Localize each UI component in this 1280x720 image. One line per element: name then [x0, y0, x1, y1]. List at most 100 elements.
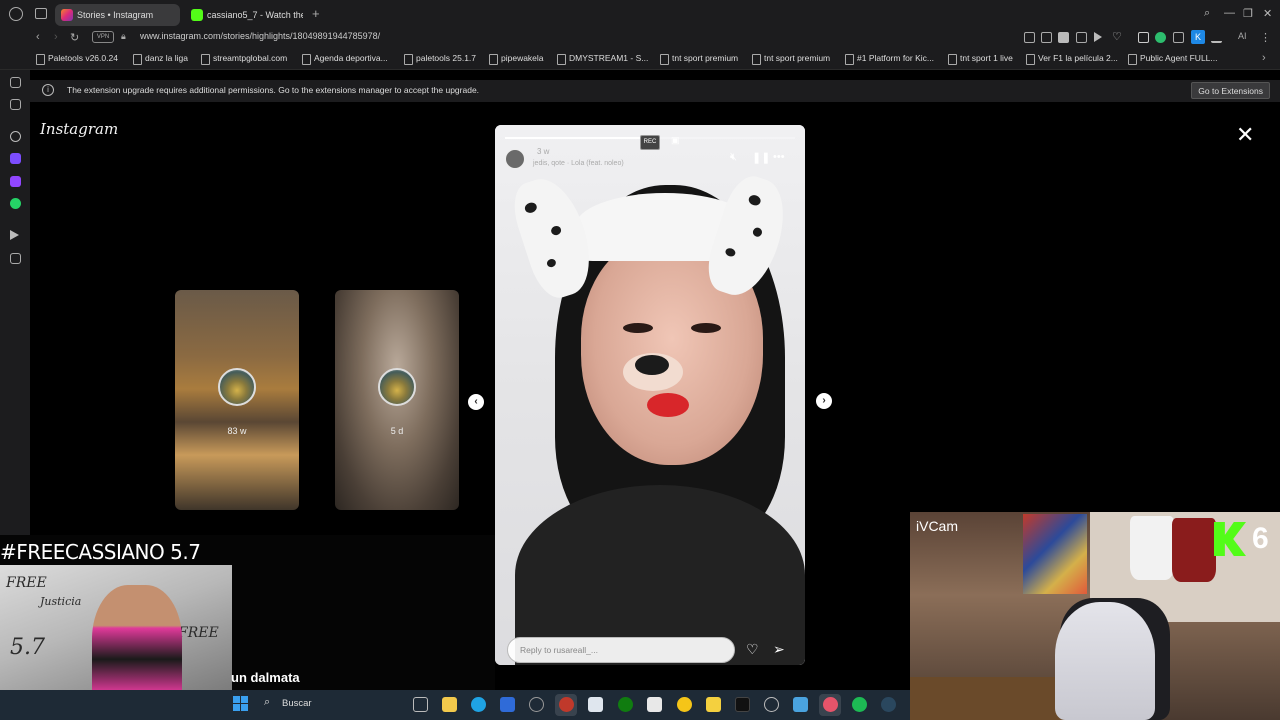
heart-icon[interactable]: ♡: [1112, 30, 1123, 43]
minimize-icon[interactable]: —: [1224, 7, 1235, 19]
rail-twitch-icon[interactable]: [10, 176, 21, 187]
wall-graffiti: 5.7: [10, 635, 45, 660]
story-photo-lips: [647, 393, 689, 417]
bookmark-item[interactable]: Public Agent FULL...: [1128, 53, 1218, 65]
streamer-person: [1055, 602, 1155, 720]
overlay-window-icon[interactable]: ▣: [671, 135, 680, 146]
story-song[interactable]: jedis, qote · Lola (feat. noleo): [533, 160, 624, 167]
close-stories-button[interactable]: ✕: [1236, 124, 1254, 146]
extension-icon[interactable]: [1138, 32, 1149, 43]
record-overlay-badge[interactable]: REC: [640, 135, 660, 150]
xbox-icon[interactable]: [618, 697, 633, 712]
bookmark-item[interactable]: paletools 25.1.7: [404, 53, 476, 65]
instagram-logo[interactable]: Instagram: [40, 120, 118, 138]
task-view-icon[interactable]: [413, 697, 428, 712]
active-story[interactable]: REC ▣ 3 w jedis, qote · Lola (feat. nole…: [495, 125, 805, 665]
story-card-previous[interactable]: 5 d: [335, 290, 459, 510]
story-card-previous[interactable]: 83 w: [175, 290, 299, 510]
puzzle-icon[interactable]: [1173, 32, 1184, 43]
more-options-icon[interactable]: •••: [773, 151, 785, 163]
rail-app-icon[interactable]: [10, 153, 21, 164]
more-menu-icon[interactable]: ⋮: [1260, 31, 1271, 44]
app-blue-icon[interactable]: [793, 697, 808, 712]
windows-start-icon[interactable]: [233, 696, 249, 712]
bookmark-item[interactable]: Agenda deportiva...: [302, 53, 388, 65]
play-icon[interactable]: [1094, 32, 1102, 42]
rail-notes-icon[interactable]: [10, 99, 21, 110]
taskbar-search[interactable]: Buscar: [282, 698, 312, 709]
screenshot-icon[interactable]: [1041, 32, 1052, 43]
app-yellow-icon[interactable]: [677, 697, 692, 712]
forward-icon[interactable]: ›: [54, 31, 58, 43]
maximize-icon[interactable]: ❐: [1243, 7, 1253, 20]
lock-icon[interactable]: 🔒︎: [121, 31, 126, 42]
search-icon[interactable]: ⌕: [264, 696, 270, 709]
obs-icon[interactable]: [823, 697, 838, 712]
stream-caption: un dalmata: [231, 670, 300, 685]
share-send-icon[interactable]: ➢: [773, 641, 785, 658]
bookmark-item[interactable]: DMYSTREAM1 - S...: [557, 53, 648, 65]
green-extension-icon[interactable]: [1155, 32, 1166, 43]
back-icon[interactable]: ‹: [36, 31, 40, 43]
chrome-icon[interactable]: [764, 697, 779, 712]
ivcam-label: iVCam: [916, 518, 959, 534]
wall-jersey: [1130, 516, 1174, 580]
opera-gx-icon[interactable]: [559, 697, 574, 712]
bookmark-item[interactable]: Ver F1 la película 2...: [1026, 53, 1118, 65]
bookmark-item[interactable]: Paletools v26.0.24: [36, 53, 118, 65]
mute-icon[interactable]: 🔇︎: [730, 151, 737, 164]
windows-taskbar: ⌕ Buscar: [0, 690, 910, 720]
shield-icon[interactable]: [1058, 32, 1069, 43]
more-bookmarks-icon[interactable]: ›: [1262, 52, 1266, 64]
story-author-avatar[interactable]: [505, 149, 525, 169]
vpn-badge[interactable]: VPN: [92, 31, 114, 43]
browser-menu-icon[interactable]: [9, 7, 23, 21]
next-story-button[interactable]: ›: [816, 393, 832, 409]
bookmark-item[interactable]: tnt sport premium: [752, 53, 830, 65]
store-icon[interactable]: [588, 697, 603, 712]
steam-icon[interactable]: [881, 697, 896, 712]
story-photo-eye: [691, 323, 721, 333]
bookmark-item[interactable]: danz la liga: [133, 53, 188, 65]
go-to-extensions-button[interactable]: Go to Extensions: [1191, 82, 1270, 99]
translate-icon[interactable]: [1076, 32, 1087, 43]
edge-icon[interactable]: [471, 697, 486, 712]
bookmark-item[interactable]: streamtpglobal.com: [201, 53, 287, 65]
browser-tab-bar: Stories • Instagram cassiano5_7 - Watch …: [0, 0, 1280, 28]
bookmark-item[interactable]: #1 Platform for Kic...: [845, 53, 934, 65]
address-bar: ‹ › ↻ VPN 🔒︎ www.instagram.com/stories/h…: [0, 28, 1280, 48]
rail-player-icon[interactable]: [10, 230, 19, 240]
avatar: [378, 368, 416, 406]
spotify-icon[interactable]: [852, 697, 867, 712]
tab-overview-icon[interactable]: [35, 8, 47, 19]
rail-messenger-icon[interactable]: [10, 77, 21, 88]
rail-wallet-icon[interactable]: [10, 253, 21, 264]
tab-stories-instagram[interactable]: Stories • Instagram: [55, 4, 180, 26]
settings-gear-icon[interactable]: [529, 697, 544, 712]
new-tab-button[interactable]: +: [312, 6, 320, 21]
ai-button[interactable]: AI: [1238, 31, 1247, 41]
like-heart-icon[interactable]: ♡: [746, 641, 759, 658]
reply-input[interactable]: Reply to rusareall_...: [507, 637, 735, 663]
bookmark-item[interactable]: tnt sport premium: [660, 53, 738, 65]
rail-whatsapp-icon[interactable]: [10, 198, 21, 209]
bookmark-item[interactable]: tnt sport 1 live: [948, 53, 1013, 65]
download-icon[interactable]: [1211, 32, 1222, 43]
search-tabs-icon[interactable]: ⌕: [1204, 7, 1210, 20]
ivcam-webcam: iVCam 6: [910, 512, 1280, 720]
pause-icon[interactable]: ❚❚: [752, 151, 770, 164]
sticky-notes-icon[interactable]: [706, 697, 721, 712]
notes-icon[interactable]: [647, 697, 662, 712]
pin-icon[interactable]: [1024, 32, 1035, 43]
bookmark-item[interactable]: pipewakela: [489, 53, 544, 65]
rail-chatgpt-icon[interactable]: [10, 131, 21, 142]
close-window-icon[interactable]: ✕: [1263, 7, 1272, 20]
tiktok-icon[interactable]: [735, 697, 750, 712]
profile-k-icon[interactable]: K: [1191, 30, 1205, 44]
file-explorer-icon[interactable]: [442, 697, 457, 712]
url-field[interactable]: www.instagram.com/stories/highlights/180…: [140, 31, 380, 41]
tab-kick-stream[interactable]: cassiano5_7 - Watch the V: [185, 4, 303, 26]
previous-story-button[interactable]: ‹: [468, 394, 484, 410]
reload-icon[interactable]: ↻: [70, 31, 79, 44]
vs-code-icon[interactable]: [500, 697, 515, 712]
